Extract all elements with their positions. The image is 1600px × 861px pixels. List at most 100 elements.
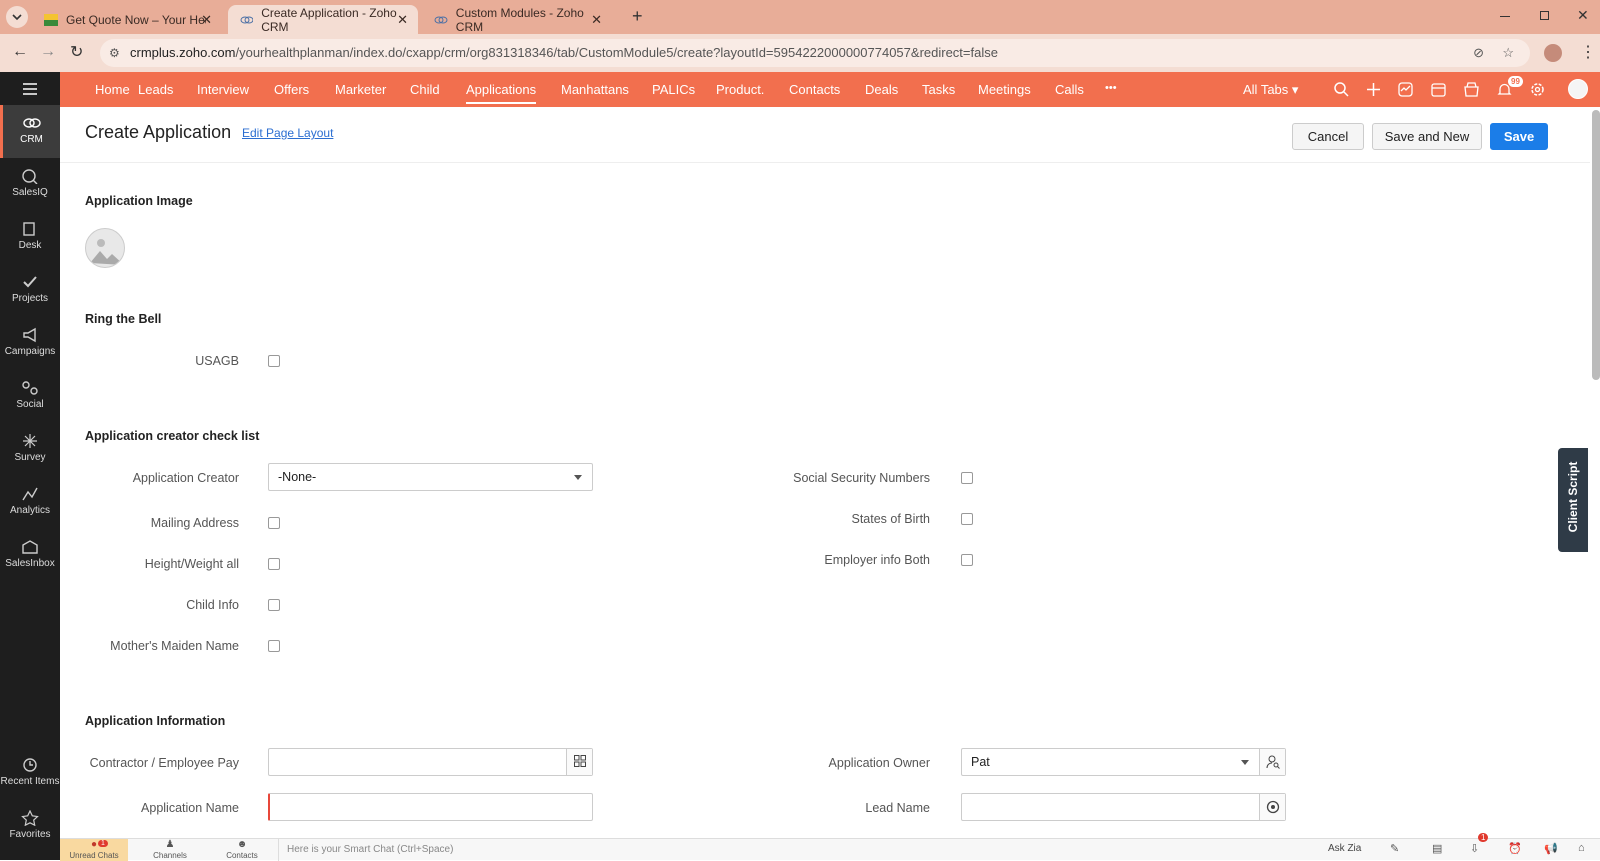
nav-item-home[interactable]: Home [95, 82, 130, 97]
notes-icon[interactable]: ▤ [1432, 842, 1442, 855]
tab-list-dropdown-icon[interactable] [6, 6, 28, 28]
lead-lookup-icon[interactable] [1259, 794, 1285, 820]
usagb-checkbox[interactable] [268, 355, 280, 367]
leftnav-item-campaigns[interactable]: Campaigns [0, 317, 60, 370]
close-tab-icon[interactable]: ✕ [397, 12, 408, 28]
browser-tab-create-application[interactable]: Create Application - Zoho CRM ✕ [228, 5, 418, 34]
employer-info-checkbox[interactable] [961, 554, 973, 566]
nav-item-applications[interactable]: Applications [466, 82, 537, 104]
marketplace-icon[interactable] [1464, 82, 1479, 97]
leftnav-item-survey[interactable]: Survey [0, 423, 60, 476]
leftnav-item-analytics[interactable]: Analytics [0, 476, 60, 529]
browser-menu-icon[interactable]: ⋮ [1580, 42, 1596, 62]
url-field[interactable]: ⚙ crmplus.zoho.com/yourhealthplanman/ind… [100, 39, 1530, 67]
user-avatar[interactable] [1568, 79, 1588, 99]
save-and-new-button[interactable]: Save and New [1372, 123, 1482, 150]
close-tab-icon[interactable]: ✕ [201, 12, 212, 28]
unread-chats-button[interactable]: ● Unread Chats 1 [60, 839, 128, 861]
page-scrollbar[interactable] [1592, 110, 1600, 380]
leftnav-item-salesinbox[interactable]: SalesInbox [0, 529, 60, 582]
leftnav-item-crm[interactable]: CRM [0, 105, 60, 158]
cancel-button[interactable]: Cancel [1292, 123, 1364, 150]
nav-item-marketer[interactable]: Marketer [335, 82, 386, 97]
nav-item-calls[interactable]: Calls [1055, 82, 1084, 97]
mothers-maiden-name-checkbox[interactable] [268, 640, 280, 652]
contacts-button[interactable]: ☻ Contacts [212, 839, 272, 861]
leftnav-item-social[interactable]: Social [0, 370, 60, 423]
forward-icon[interactable]: → [40, 43, 56, 61]
application-creator-select[interactable]: -None- [268, 463, 593, 491]
nav-item-leads[interactable]: Leads [138, 82, 173, 97]
leftnav-item-projects[interactable]: Projects [0, 264, 60, 317]
nav-item-meetings[interactable]: Meetings [978, 82, 1031, 97]
nav-item-deals[interactable]: Deals [865, 82, 898, 97]
zia-icon[interactable]: ✎ [1390, 842, 1399, 855]
activity-icon[interactable] [1398, 82, 1413, 97]
nav-item-palics[interactable]: PALICs [652, 82, 695, 97]
bookmark-star-icon[interactable]: ☆ [1502, 39, 1514, 67]
application-owner-value: Pat [971, 755, 990, 769]
nav-item-interview[interactable]: Interview [197, 82, 249, 97]
leftnav-label: Analytics [9, 505, 50, 516]
contacts-label: Contacts [226, 851, 258, 860]
child-info-checkbox[interactable] [268, 599, 280, 611]
more-tabs-icon[interactable]: ••• [1105, 82, 1117, 94]
calendar-icon[interactable] [1431, 82, 1446, 97]
browser-tab-custom-modules[interactable]: Custom Modules - Zoho CRM ✕ [422, 5, 612, 34]
leftnav-item-favorites[interactable]: Favorites [0, 800, 60, 853]
browser-tab-get-quote[interactable]: Get Quote Now – Your Health P ✕ [32, 5, 222, 34]
image-upload-placeholder[interactable] [85, 228, 125, 268]
leftnav-item-salesiq[interactable]: SalesIQ [0, 158, 60, 211]
mothers-maiden-name-label: Mother's Maiden Name [110, 639, 239, 653]
close-window-icon[interactable]: ✕ [1577, 7, 1589, 24]
leftnav-item-recent[interactable]: Recent Items [0, 747, 60, 800]
eye-off-icon[interactable]: ⊘ [1473, 39, 1484, 67]
height-weight-checkbox[interactable] [268, 558, 280, 570]
hamburger-menu-icon[interactable] [22, 82, 38, 96]
nav-item-child[interactable]: Child [410, 82, 440, 97]
leftnav-label: SalesIQ [12, 187, 48, 198]
restore-icon[interactable] [1540, 11, 1549, 20]
add-icon[interactable] [1366, 82, 1381, 97]
profile-avatar-icon[interactable] [1544, 44, 1562, 62]
edit-page-layout-link[interactable]: Edit Page Layout [242, 126, 333, 140]
chevron-down-icon [1241, 760, 1249, 765]
settings-gear-icon[interactable] [1530, 82, 1545, 97]
back-icon[interactable]: ← [12, 43, 28, 61]
leftnav-item-desk[interactable]: Desk [0, 211, 60, 264]
lead-name-field[interactable] [961, 793, 1286, 821]
nav-item-tasks[interactable]: Tasks [922, 82, 955, 97]
nav-item-product[interactable]: Product. [716, 82, 764, 97]
new-tab-icon[interactable]: + [632, 6, 643, 27]
nav-item-offers[interactable]: Offers [274, 82, 309, 97]
downloads-icon[interactable]: ⇩ [1470, 842, 1479, 855]
site-info-icon[interactable]: ⚙ [109, 39, 120, 67]
nav-item-contacts[interactable]: Contacts [789, 82, 840, 97]
analytics-icon [22, 487, 38, 501]
smart-chat-input[interactable]: Here is your Smart Chat (Ctrl+Space) [278, 839, 1388, 861]
close-tab-icon[interactable]: ✕ [591, 12, 602, 28]
ssn-checkbox[interactable] [961, 472, 973, 484]
mailing-address-checkbox[interactable] [268, 517, 280, 529]
reload-icon[interactable]: ↻ [70, 42, 83, 62]
application-owner-select[interactable]: Pat [961, 748, 1286, 776]
application-name-field[interactable] [268, 793, 593, 821]
tab-title: Create Application - Zoho CRM [261, 5, 397, 34]
save-button[interactable]: Save [1490, 123, 1548, 150]
channels-button[interactable]: ♟ Channels [140, 839, 200, 861]
states-of-birth-checkbox[interactable] [961, 513, 973, 525]
announcement-icon[interactable]: 📢 [1544, 842, 1558, 855]
leftnav-label: Projects [11, 293, 49, 304]
client-script-panel-toggle[interactable]: Client Script ▲ [1558, 448, 1588, 552]
contractor-employee-pay-field[interactable] [268, 748, 593, 776]
lookup-grid-icon[interactable] [566, 749, 592, 775]
alarm-clock-icon[interactable]: ⏰ [1508, 842, 1522, 855]
minimize-icon[interactable] [1500, 16, 1510, 17]
user-lookup-icon[interactable] [1259, 749, 1285, 775]
zoho-favicon-icon [240, 16, 254, 23]
nav-item-manhattans[interactable]: Manhattans [561, 82, 629, 97]
search-icon[interactable] [1334, 82, 1349, 97]
ask-zia-button[interactable]: Ask Zia [1328, 843, 1361, 854]
all-tabs-dropdown[interactable]: All Tabs ▾ [1243, 82, 1298, 98]
store-icon[interactable]: ⌂ [1578, 842, 1585, 854]
